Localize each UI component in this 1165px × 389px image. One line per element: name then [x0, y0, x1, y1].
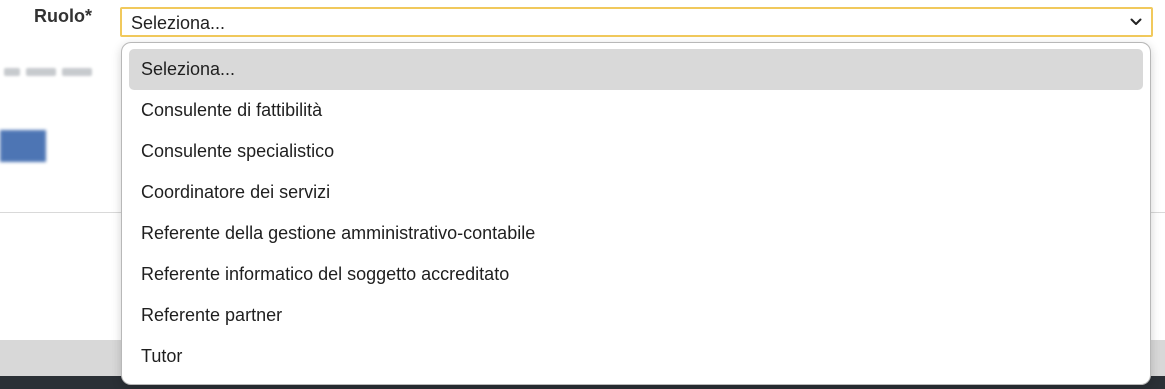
option-consulente-fattibilita[interactable]: Consulente di fattibilità — [129, 90, 1143, 131]
blurred-button — [0, 130, 46, 162]
option-consulente-specialistico[interactable]: Consulente specialistico — [129, 131, 1143, 172]
role-select-value: Seleziona... — [131, 13, 226, 33]
blurred-text — [0, 64, 92, 78]
role-label: Ruolo* — [34, 6, 92, 26]
option-referente-partner[interactable]: Referente partner — [129, 295, 1143, 336]
option-referente-gestione[interactable]: Referente della gestione amministrativo-… — [129, 213, 1143, 254]
option-tutor[interactable]: Tutor — [129, 336, 1143, 377]
role-dropdown-list: Seleziona... Consulente di fattibilità C… — [121, 42, 1151, 385]
chevron-down-icon — [1130, 18, 1142, 25]
option-referente-informatico[interactable]: Referente informatico del soggetto accre… — [129, 254, 1143, 295]
role-select[interactable]: Seleziona... — [120, 7, 1153, 37]
option-seleziona[interactable]: Seleziona... — [129, 49, 1143, 90]
option-coordinatore-servizi[interactable]: Coordinatore dei servizi — [129, 172, 1143, 213]
